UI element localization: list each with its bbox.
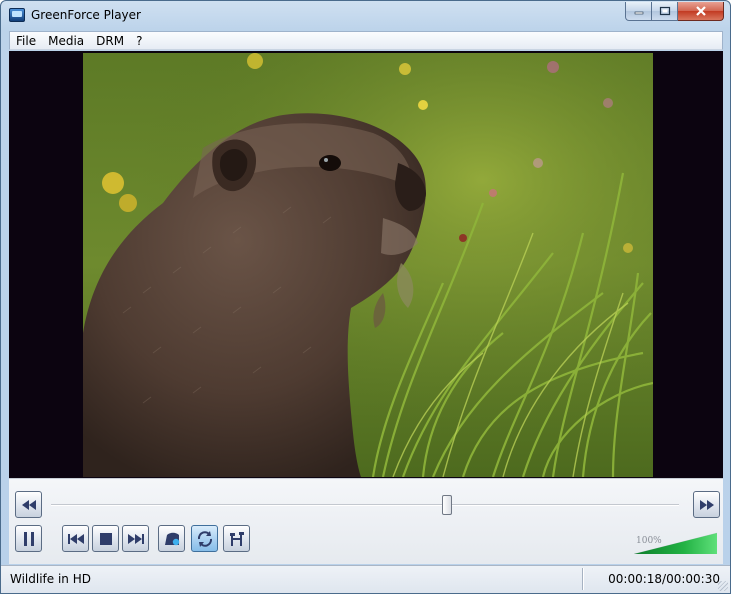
tools-button[interactable] [223,525,250,552]
resize-grip-icon[interactable] [718,581,728,591]
pause-button[interactable] [15,525,42,552]
next-button[interactable] [122,525,149,552]
stop-button[interactable] [92,525,119,552]
volume-label: 100% [636,536,662,546]
status-bar: Wildlife in HD 00:00:18/00:00:30 [1,565,730,593]
tools-icon [229,531,244,546]
title-bar[interactable]: GreenForce Player [1,1,730,31]
minimize-icon [634,11,643,15]
controls-panel: 100% [9,478,723,564]
eject-button[interactable] [158,525,185,552]
eject-icon [164,532,179,545]
media-title: Wildlife in HD [10,572,91,586]
app-icon[interactable] [9,8,25,22]
menu-help[interactable]: ? [130,34,148,48]
status-divider [582,568,584,590]
seek-bar[interactable] [51,504,679,506]
rewind-button[interactable] [15,491,42,518]
seek-thumb[interactable] [441,495,452,515]
window-title: GreenForce Player [31,8,141,22]
rewind-icon [21,499,36,510]
menu-bar: File Media DRM ? [9,31,723,50]
minimize-button[interactable] [625,2,652,21]
menu-media[interactable]: Media [42,34,90,48]
time-display: 00:00:18/00:00:30 [608,572,720,586]
maximize-icon [659,6,670,16]
video-display[interactable] [9,51,723,478]
menu-file[interactable]: File [10,34,42,48]
fast-forward-button[interactable] [693,491,720,518]
skip-previous-icon [67,533,84,544]
app-window: GreenForce Player File Media DRM ? 100% … [0,0,731,594]
pause-icon [23,531,34,546]
fast-forward-icon [699,499,714,510]
maximize-button[interactable] [652,2,678,21]
marmot-video-frame [83,53,653,477]
stop-icon [99,532,112,545]
caption-buttons [625,2,724,21]
menu-drm[interactable]: DRM [90,34,130,48]
repeat-icon [197,530,212,547]
close-icon [695,6,706,16]
repeat-button[interactable] [191,525,218,552]
close-button[interactable] [678,2,724,21]
previous-button[interactable] [62,525,89,552]
skip-next-icon [127,533,144,544]
